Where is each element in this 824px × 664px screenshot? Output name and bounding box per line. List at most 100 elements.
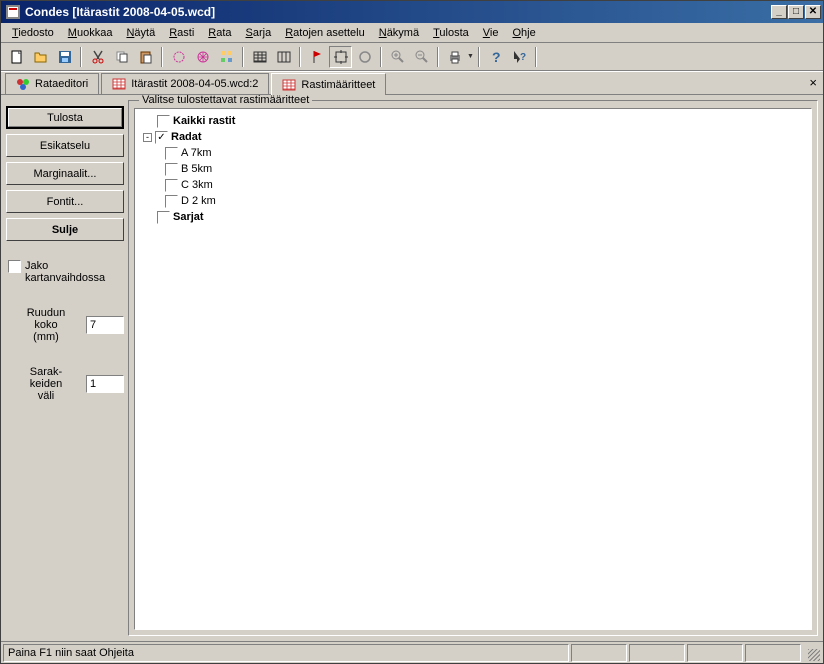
separator [161,47,163,67]
paste-icon[interactable] [134,46,157,68]
close-button[interactable]: ✕ [805,5,821,19]
help-icon[interactable]: ? [484,46,507,68]
col-gap-input[interactable] [86,375,124,393]
separator [380,47,382,67]
menu-muokkaa[interactable]: Muokkaa [61,25,120,41]
save-icon[interactable] [53,46,76,68]
col-gap-label: Sarak- keiden väli [6,366,86,402]
grid-solid-icon[interactable] [248,46,271,68]
main-area: Tulosta Esikatselu Marginaalit... Fontit… [1,95,823,641]
separator [242,47,244,67]
tree-checkbox[interactable] [165,179,178,192]
tree-node: A 7km [139,145,807,161]
circle-dotted-icon[interactable] [167,46,190,68]
squares-icon[interactable] [215,46,238,68]
circle-star-icon[interactable] [191,46,214,68]
separator [80,47,82,67]
minimize-button[interactable]: _ [771,5,787,19]
tab-rastim-ritteet[interactable]: Rastimääritteet [271,73,386,95]
fieldset-legend: Valitse tulostettavat rastimääritteet [139,95,312,106]
menu-näytä[interactable]: Näytä [119,25,162,41]
menu-rasti[interactable]: Rasti [162,25,201,41]
toolbar: ▼ ? ? [1,43,823,71]
zoom-in-icon[interactable] [386,46,409,68]
tree-node: Sarjat [139,209,807,225]
jako-checkbox[interactable] [8,260,21,273]
svg-text:?: ? [492,49,501,65]
menu-sarja[interactable]: Sarja [239,25,279,41]
fieldset: Valitse tulostettavat rastimääritteet Ka… [128,100,818,636]
grid-size-label: Ruudun koko (mm) [6,307,86,343]
tab-label: Rastimääritteet [301,79,375,91]
grid-empty-icon[interactable] [272,46,295,68]
tree-label[interactable]: D 2 km [181,193,216,209]
tab-close-icon[interactable]: × [809,75,817,90]
statusbar: Paina F1 niin saat Ohjeita [1,641,823,663]
window-title: Condes [Itärastit 2008-04-05.wcd] [25,5,771,19]
menu-rata[interactable]: Rata [201,25,238,41]
separator [478,47,480,67]
tree-checkbox[interactable] [165,195,178,208]
app-icon [5,4,21,20]
left-panel: Tulosta Esikatselu Marginaalit... Fontit… [6,100,124,636]
tree-label[interactable]: A 7km [181,145,212,161]
print-dropdown-icon[interactable]: ▼ [467,53,474,60]
tree-label[interactable]: C 3km [181,177,213,193]
status-pane-2 [629,644,685,662]
tab-it-rastit-2008-04-05-wcd-2[interactable]: Itärastit 2008-04-05.wcd:2 [101,73,269,94]
tab-rataeditori[interactable]: Rataeditori [5,73,99,94]
status-pane-3 [687,644,743,662]
cut-icon[interactable] [86,46,109,68]
menubar: TiedostoMuokkaaNäytäRastiRataSarjaRatoje… [1,23,823,43]
menu-ohje[interactable]: Ohje [505,25,542,41]
grid-icon [282,78,296,92]
status-pane-1 [571,644,627,662]
tree-checkbox[interactable] [157,115,170,128]
status-text: Paina F1 niin saat Ohjeita [3,644,569,662]
grid-icon [112,77,126,91]
tree-label[interactable]: Kaikki rastit [173,113,235,129]
preview-button[interactable]: Esikatselu [6,134,124,157]
circle-plain-icon[interactable] [353,46,376,68]
tree: Kaikki rastit - RadatA 7kmB 5kmC 3kmD 2 km… [134,108,812,630]
maximize-button[interactable]: □ [788,5,804,19]
copy-icon[interactable] [110,46,133,68]
flag-red-icon[interactable] [305,46,328,68]
resize-grip-icon[interactable] [803,644,821,662]
tree-node: Kaikki rastit [139,113,807,129]
open-icon[interactable] [29,46,52,68]
jako-label: Jako kartanvaihdossa [25,260,124,284]
close-panel-button[interactable]: Sulje [6,218,124,241]
menu-ratojen-asettelu[interactable]: Ratojen asettelu [278,25,372,41]
menu-tulosta[interactable]: Tulosta [426,25,476,41]
tree-label[interactable]: B 5km [181,161,212,177]
menu-vie[interactable]: Vie [476,25,506,41]
tab-label: Itärastit 2008-04-05.wcd:2 [131,78,258,90]
tabbar: Rataeditori Itärastit 2008-04-05.wcd:2 Ras… [1,71,823,95]
tree-label[interactable]: Sarjat [173,209,204,225]
tree-node: B 5km [139,161,807,177]
tree-checkbox[interactable] [165,163,178,176]
print-button[interactable]: Tulosta [6,106,124,129]
fonts-button[interactable]: Fontit... [6,190,124,213]
tree-node: D 2 km [139,193,807,209]
tree-label[interactable]: Radat [171,129,202,145]
tree-checkbox[interactable] [165,147,178,160]
print-icon[interactable] [443,46,466,68]
tree-expander-icon[interactable]: - [143,133,152,142]
whats-this-icon[interactable]: ? [508,46,531,68]
tree-checkbox[interactable] [157,211,170,224]
crosshair-box-icon[interactable] [329,46,352,68]
titlebar: Condes [Itärastit 2008-04-05.wcd] _ □ ✕ [1,1,823,23]
status-pane-4 [745,644,801,662]
tree-node: - Radat [139,129,807,145]
new-icon[interactable] [5,46,28,68]
margins-button[interactable]: Marginaalit... [6,162,124,185]
menu-näkymä[interactable]: Näkymä [372,25,426,41]
tree-checkbox[interactable] [155,131,168,144]
menu-tiedosto[interactable]: Tiedosto [5,25,61,41]
grid-size-input[interactable] [86,316,124,334]
separator [535,47,537,67]
zoom-out-icon[interactable] [410,46,433,68]
svg-text:?: ? [520,52,526,63]
